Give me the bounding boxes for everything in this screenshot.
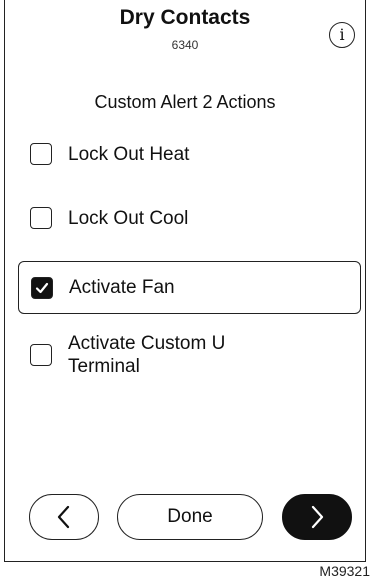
option-activate-custom-u-terminal[interactable]: Activate Custom U Terminal xyxy=(18,330,361,380)
checkbox-activate-custom-u-terminal[interactable] xyxy=(30,344,52,366)
option-activate-fan[interactable]: Activate Fan xyxy=(18,261,361,314)
option-label: Activate Fan xyxy=(69,277,175,298)
info-button[interactable]: i xyxy=(329,22,355,48)
checkmark-icon xyxy=(35,282,49,293)
done-button[interactable]: Done xyxy=(117,494,263,540)
option-label: Activate Custom U Terminal xyxy=(68,333,226,377)
option-lock-out-heat[interactable]: Lock Out Heat xyxy=(18,138,361,170)
back-button[interactable] xyxy=(29,494,99,540)
device-screen: Dry Contacts 6340 i Custom Alert 2 Actio… xyxy=(4,0,366,562)
figure-id: M39321 xyxy=(319,563,370,579)
option-lock-out-cool[interactable]: Lock Out Cool xyxy=(18,202,361,234)
page-subtitle: 6340 xyxy=(171,38,199,52)
checkbox-lock-out-cool[interactable] xyxy=(30,207,52,229)
info-icon: i xyxy=(339,25,345,44)
checkbox-activate-fan[interactable] xyxy=(31,276,53,299)
chevron-left-icon xyxy=(57,505,70,529)
option-label: Lock Out Heat xyxy=(68,143,190,165)
option-label: Lock Out Cool xyxy=(68,207,189,229)
done-button-label: Done xyxy=(167,506,213,527)
next-button[interactable] xyxy=(282,494,352,540)
checkbox-lock-out-heat[interactable] xyxy=(30,143,52,165)
chevron-right-icon xyxy=(311,505,324,529)
page-title: Dry Contacts xyxy=(119,6,251,29)
section-title: Custom Alert 2 Actions xyxy=(94,92,276,112)
